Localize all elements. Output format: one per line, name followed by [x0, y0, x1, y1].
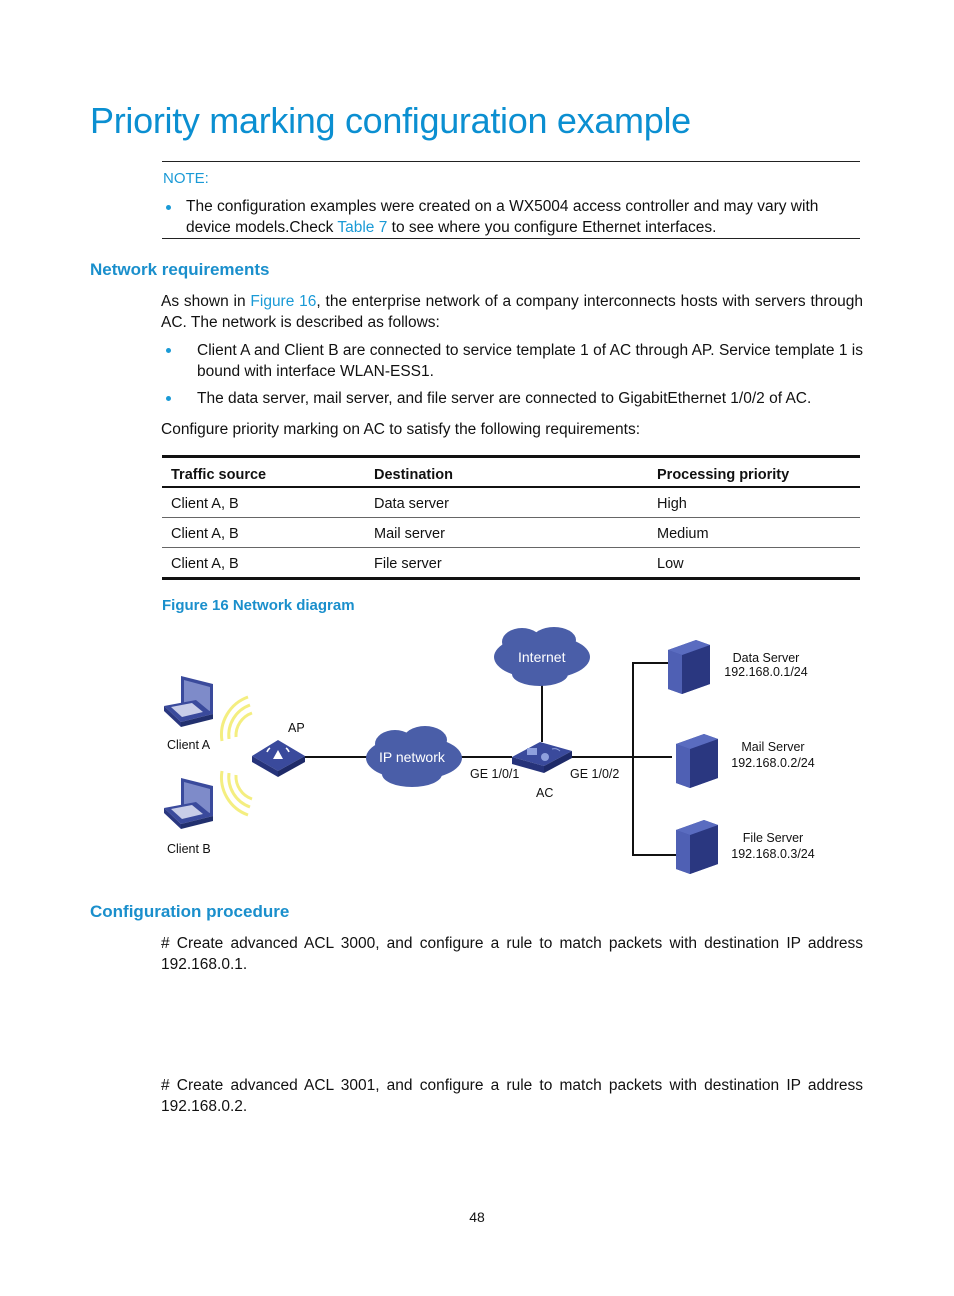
label-ge-1-0-1: GE 1/0/1: [470, 767, 520, 781]
label-internet: Internet: [518, 649, 566, 665]
label-mail-server: Mail Server: [741, 740, 805, 754]
access-point-icon: [252, 740, 305, 777]
label-ac: AC: [536, 786, 554, 800]
label-ip-network: IP network: [379, 749, 445, 765]
config-step: # Create advanced ACL 3000, and configur…: [161, 935, 863, 973]
config-step: # Create advanced ACL 3001, and configur…: [161, 1077, 863, 1115]
label-ap: AP: [288, 721, 305, 735]
label-mail-server-ip: 192.168.0.2/24: [731, 756, 815, 770]
label-data-server: Data Server: [732, 651, 800, 665]
laptop-icon-client-b: [164, 778, 213, 829]
configuration-procedure-heading: Configuration procedure: [90, 902, 290, 921]
page-number: 48: [469, 1209, 485, 1225]
laptop-icon-client-a: [164, 676, 213, 727]
wireless-waves-icon: [220, 695, 253, 817]
label-ge-1-0-2: GE 1/0/2: [570, 767, 620, 781]
label-file-server-ip: 192.168.0.3/24: [731, 847, 815, 861]
link-server-bus: [632, 662, 676, 856]
label-client-a: Client A: [167, 738, 211, 752]
access-controller-icon: [512, 742, 572, 773]
server-icon-file: [676, 820, 718, 874]
diagram-links: [305, 662, 676, 856]
label-file-server: File Server: [742, 831, 804, 845]
label-data-server-ip: 192.168.0.1/24: [724, 665, 808, 679]
server-icon-data: [668, 640, 710, 694]
label-client-b: Client B: [167, 842, 211, 856]
server-icon-mail: [676, 734, 718, 788]
